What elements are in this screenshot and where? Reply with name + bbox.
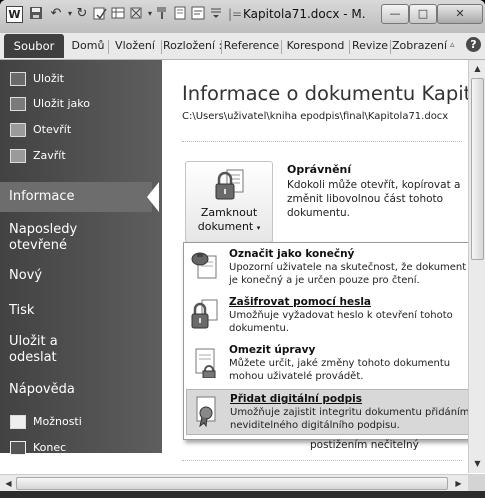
- vertical-scrollbar[interactable]: ▲ ▼: [468, 60, 485, 473]
- close-folder-icon: [10, 149, 26, 163]
- tab-file[interactable]: Soubor: [4, 34, 64, 58]
- tab-divider: [161, 40, 162, 54]
- word-app-icon[interactable]: W: [6, 6, 23, 23]
- maximize-button[interactable]: □: [409, 4, 437, 24]
- scrollbar-corner: [468, 474, 485, 491]
- divider: [182, 460, 462, 461]
- restrict-editing-icon: [190, 346, 220, 379]
- lock-icon: [213, 168, 247, 206]
- menu-item-digital-signature[interactable]: Přidat digitální podpis Umožňuje zajisti…: [186, 389, 478, 435]
- window-title: Kapitola71.docx - M.: [243, 7, 366, 21]
- sidebar-save-as[interactable]: Uložit jako: [10, 93, 90, 115]
- table-icon[interactable]: [110, 6, 126, 22]
- protect-document-button[interactable]: Zamknout dokument ▾: [185, 161, 273, 243]
- protect-button-line1: Zamknout: [200, 206, 258, 219]
- sidebar-save[interactable]: Uložit: [10, 68, 64, 90]
- customize-qa-icon[interactable]: [208, 6, 224, 22]
- menu-item-description: Umožňuje zajistit integritu dokumentu př…: [230, 407, 470, 431]
- save-icon: [10, 72, 26, 86]
- tab-divider: [221, 40, 222, 54]
- protect-button-line2: dokument ▾: [197, 220, 261, 233]
- tab-insert[interactable]: Vložení: [110, 36, 160, 56]
- encrypt-lock-icon: [190, 298, 220, 330]
- sidebar-open[interactable]: Otevřít: [10, 119, 71, 141]
- tab-review[interactable]: Revize: [351, 36, 389, 56]
- protect-document-menu: Označit jako konečný Upozorní uživatele …: [183, 242, 481, 440]
- scroll-left-icon[interactable]: ◀: [1, 476, 16, 491]
- horizontal-scrollbar[interactable]: ◀ ▶: [0, 474, 468, 492]
- title-bar: W ↶ ▾ ↻ ▾ |= Kapitola71.docx - M. — □ ✕: [0, 0, 485, 33]
- menu-item-description: Můžete určit, jaké změny tohoto dokument…: [229, 358, 451, 382]
- sidebar-item-label: Zavřít: [33, 149, 66, 162]
- divider: [182, 141, 462, 142]
- sidebar-item-info[interactable]: Informace: [0, 182, 152, 212]
- document-path: C:\Users\uživatel\kniha epodpis\final\Ka…: [182, 111, 449, 122]
- menu-item-restrict-editing[interactable]: Omezit úpravy Můžete určit, jaké změny t…: [186, 341, 478, 387]
- protect-button-label: Zamknout dokument ▾: [186, 206, 272, 235]
- status-bar: [0, 491, 485, 498]
- exit-icon: [10, 441, 26, 455]
- sidebar-item-recent[interactable]: Naposledy otevřené: [0, 222, 129, 254]
- help-icon[interactable]: ?: [466, 37, 481, 52]
- close-button[interactable]: ✕: [437, 4, 483, 24]
- open-folder-icon: [10, 123, 26, 137]
- tab-mailings[interactable]: Korespond: [283, 36, 348, 56]
- tab-divider: [349, 40, 350, 54]
- vertical-scroll-thumb[interactable]: [471, 78, 484, 260]
- menu-item-description: Umožňuje vyžadovat heslo k otevření toho…: [229, 310, 453, 334]
- page-title: Informace o dokumentu Kapit...: [182, 82, 485, 105]
- selected-pointer: [147, 182, 159, 212]
- word-window: W ↶ ▾ ↻ ▾ |= Kapitola71.docx - M. — □ ✕ …: [0, 0, 485, 498]
- menu-item-encrypt[interactable]: Zašifrovat pomocí hesla Umožňuje vyžadov…: [186, 293, 478, 339]
- sidebar-item-label: Uložit: [33, 72, 64, 85]
- format-painter-icon[interactable]: [154, 6, 170, 22]
- obscured-text: postižením nečitelný: [310, 439, 419, 451]
- menu-item-title: Přidat digitální podpis: [230, 393, 363, 405]
- tab-divider: [108, 40, 109, 54]
- sidebar-exit[interactable]: Konec: [10, 437, 66, 459]
- redo-icon[interactable]: ↻: [74, 6, 90, 22]
- tab-references[interactable]: Reference: [223, 36, 280, 56]
- sidebar-item-print[interactable]: Tisk: [0, 303, 159, 319]
- permissions-description: Kdokoli může otevřít, kopírovat a změnit…: [287, 179, 461, 219]
- sidebar-options[interactable]: Možnosti: [10, 411, 82, 433]
- horizontal-scroll-thumb[interactable]: [16, 477, 448, 490]
- menu-item-title: Označit jako konečný: [229, 248, 355, 260]
- tab-view[interactable]: Zobrazení: [392, 36, 447, 56]
- print-preview-icon[interactable]: [172, 6, 188, 22]
- sidebar-item-label: Možnosti: [33, 415, 82, 428]
- final-stamp-icon: [190, 250, 220, 282]
- tab-divider: [281, 40, 282, 54]
- sidebar-item-label: Uložit jako: [33, 97, 90, 110]
- sidebar-item-save-send[interactable]: Uložit a odeslat: [0, 334, 99, 366]
- sidebar-item-new[interactable]: Nový: [0, 268, 159, 284]
- spelling-icon[interactable]: [92, 6, 108, 22]
- save-as-icon: [10, 97, 26, 111]
- tab-divider: [390, 40, 391, 54]
- tab-home[interactable]: Domů: [68, 36, 108, 56]
- sidebar-item-label: Konec: [33, 441, 67, 454]
- save-icon[interactable]: [28, 6, 44, 22]
- sidebar-item-help[interactable]: Nápověda: [0, 382, 159, 398]
- ribbon-tab-bar: Soubor Domů Vložení Rozložení : Referenc…: [0, 33, 485, 60]
- digital-signature-icon: [191, 395, 221, 428]
- collapse-ribbon-icon[interactable]: ▵: [450, 40, 455, 50]
- scroll-right-icon[interactable]: ▶: [451, 476, 466, 491]
- chevron-down-icon: ▾: [256, 224, 261, 232]
- tab-layout[interactable]: Rozložení :: [163, 36, 222, 56]
- menu-item-title: Zašifrovat pomocí hesla: [229, 296, 372, 308]
- menu-item-description: Upozorní uživatele na skutečnost, že dok…: [229, 262, 467, 286]
- sidebar-close[interactable]: Zavřít: [10, 145, 66, 167]
- scroll-down-icon[interactable]: ▼: [470, 456, 485, 471]
- menu-item-mark-final[interactable]: Označit jako konečný Upozorní uživatele …: [186, 245, 478, 291]
- sidebar-item-label: Otevřít: [33, 123, 72, 136]
- title-separator: |=: [228, 7, 243, 21]
- permissions-heading: Oprávnění: [287, 163, 352, 176]
- options-icon: [10, 415, 26, 429]
- scroll-up-icon[interactable]: ▲: [470, 61, 485, 76]
- minimize-button[interactable]: —: [381, 4, 409, 24]
- align-icon[interactable]: [190, 6, 206, 22]
- menu-item-title: Omezit úpravy: [229, 344, 316, 356]
